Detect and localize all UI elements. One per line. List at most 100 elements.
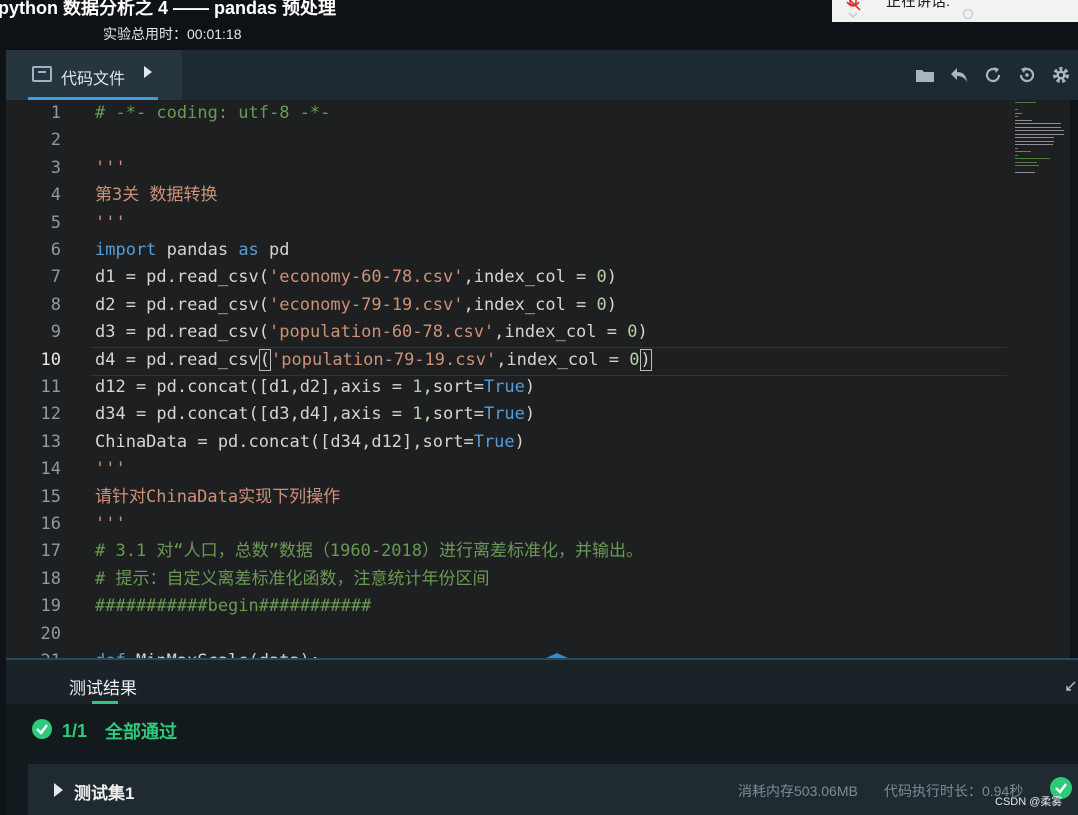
code-line[interactable]: 11 d12 = pd.concat([d1,d2],axis = 1,sort=…	[6, 374, 1070, 401]
minimap-line	[1015, 147, 1018, 149]
tab-code-file[interactable]: 代码文件	[6, 50, 182, 100]
code-line[interactable]: 10 d4 = pd.read_csv('population-79-19.csv…	[6, 347, 1070, 374]
control-fragment-right	[962, 8, 974, 23]
code-line[interactable]: 4 第3关 数据转换	[6, 182, 1070, 209]
editor-header: 代码文件	[6, 50, 1078, 100]
code-text[interactable]: d12 = pd.concat([d1,d2],axis = 1,sort=Tr…	[95, 374, 535, 401]
check-circle-icon	[32, 718, 52, 744]
code-text[interactable]: def MinMaxScale(data):	[95, 648, 320, 658]
code-line[interactable]: 18 # 提示：自定义离差标准化函数，注意统计年份区间	[6, 566, 1070, 593]
memory-usage: 消耗内存503.06MB	[738, 783, 858, 799]
tab-code-file-label: 代码文件	[61, 71, 126, 88]
speaking-label: 正在讲话:	[886, 0, 951, 10]
control-fragment-left	[848, 8, 858, 23]
line-number: 18	[40, 568, 61, 589]
watermark: CSDN @柔雾	[995, 796, 1063, 808]
line-number: 2	[50, 130, 61, 151]
code-text[interactable]: 请针对ChinaData实现下列操作	[95, 484, 340, 511]
line-number: 20	[40, 623, 61, 644]
code-line[interactable]: 21 def MinMaxScale(data):	[6, 648, 1070, 658]
code-text[interactable]: d34 = pd.concat([d3,d4],axis = 1,sort=Tr…	[95, 401, 535, 428]
line-number: 1	[50, 103, 61, 123]
minimap-line	[1015, 144, 1053, 145]
minimap-line	[1015, 172, 1035, 173]
page-title: python 数据分析之 4 —— pandas 预处理	[0, 0, 337, 18]
top-header: python 数据分析之 4 —— pandas 预处理 实验总用时：00:01…	[0, 0, 1078, 50]
minimap-line	[1015, 123, 1061, 124]
minimap-line	[1015, 116, 1018, 117]
code-line[interactable]: 2	[6, 127, 1070, 154]
tab-test-results[interactable]: 测试结果	[69, 674, 137, 699]
play-triangle-icon[interactable]	[144, 66, 152, 78]
minimap-line	[1015, 161, 1037, 163]
results-tabbar: 测试结果	[6, 660, 1078, 704]
folder-icon[interactable]	[914, 64, 936, 86]
code-text[interactable]: '''	[95, 511, 126, 538]
line-number: 10	[40, 349, 61, 370]
code-line[interactable]: 1 # -*- coding: utf-8 -*-	[6, 100, 1070, 127]
code-text[interactable]: d2 = pd.read_csv('economy-79-19.csv',ind…	[95, 292, 617, 319]
code-text[interactable]: ###########begin###########	[95, 593, 371, 620]
code-line[interactable]: 20	[6, 621, 1070, 648]
code-text[interactable]: # -*- coding: utf-8 -*-	[95, 100, 330, 127]
reset-icon[interactable]	[1016, 64, 1038, 86]
code-line[interactable]: 12 d34 = pd.concat([d3,d4],axis = 1,sort=…	[6, 401, 1070, 428]
code-text[interactable]: '''	[95, 210, 126, 237]
code-line[interactable]: 3 '''	[6, 155, 1070, 182]
line-number: 7	[50, 267, 61, 288]
line-number: 8	[50, 294, 61, 315]
minimap-line	[1015, 102, 1036, 103]
code-line[interactable]: 13 ChinaData = pd.concat([d34,d12],sort=T…	[6, 429, 1070, 456]
code-text[interactable]: # 3.1 对“人口，总数”数据（1960-2018）进行离差标准化，并输出。	[95, 538, 643, 565]
line-number: 11	[40, 377, 61, 397]
code-text[interactable]: 第3关 数据转换	[95, 182, 217, 209]
minimap-line	[1015, 158, 1051, 159]
minimap-line	[1015, 119, 1033, 121]
minimap-line	[1015, 151, 1032, 152]
line-number: 19	[40, 596, 61, 617]
code-editor[interactable]: 1 # -*- coding: utf-8 -*- 2 3 ''' 4 第3关 数据转换 5 '…	[6, 100, 1070, 658]
testset-row[interactable]: 测试集1 消耗内存503.06MB 代码执行时长：0.94秒	[28, 764, 1078, 815]
code-text[interactable]: ChinaData = pd.concat([d34,d12],sort=Tru…	[95, 429, 525, 456]
minimap-line	[1015, 133, 1064, 135]
code-line[interactable]: 7 d1 = pd.read_csv('economy-60-78.csv',in…	[6, 264, 1070, 291]
line-number: 17	[40, 541, 61, 562]
code-line[interactable]: 15 请针对ChinaData实现下列操作	[6, 484, 1070, 511]
code-text[interactable]: import pandas as pd	[95, 237, 290, 264]
undo-icon[interactable]	[948, 64, 970, 86]
line-number: 16	[40, 514, 61, 534]
elapsed-timer: 实验总用时：00:01:18	[103, 26, 242, 42]
code-text[interactable]: d4 = pd.read_csv('population-79-19.csv',…	[95, 347, 652, 374]
expand-icon[interactable]	[1066, 678, 1076, 691]
code-line[interactable]: 16 '''	[6, 511, 1070, 538]
code-line[interactable]: 17 # 3.1 对“人口，总数”数据（1960-2018）进行离差标准化，并输出…	[6, 538, 1070, 565]
expand-caret-icon[interactable]	[54, 783, 63, 797]
code-text[interactable]: # 提示：自定义离差标准化函数，注意统计年份区间	[95, 566, 489, 593]
code-line[interactable]: 19 ###########begin###########	[6, 593, 1070, 620]
code-text[interactable]: d3 = pd.read_csv('population-60-78.csv',…	[95, 319, 648, 346]
code-text[interactable]: '''	[95, 456, 126, 483]
line-number: 3	[50, 157, 61, 178]
code-line[interactable]: 14 '''	[6, 456, 1070, 483]
editor-toolbar	[914, 64, 1072, 86]
results-panel: 1/1 全部通过 测试集1 消耗内存503.06MB 代码执行时长：0.94秒	[6, 704, 1078, 815]
minimap-line	[1015, 140, 1054, 142]
code-minimap[interactable]	[1009, 100, 1070, 180]
minimap-line	[1015, 126, 1061, 128]
voice-status-panel[interactable]: 正在讲话:	[832, 0, 1078, 22]
code-line[interactable]: 5 '''	[6, 210, 1070, 237]
minimap-line	[1015, 112, 1023, 114]
pass-status: 全部通过	[105, 722, 178, 742]
code-text[interactable]: d1 = pd.read_csv('economy-60-78.csv',ind…	[95, 264, 617, 291]
code-line[interactable]: 6 import pandas as pd	[6, 237, 1070, 264]
line-number: 5	[50, 212, 61, 233]
pass-summary: 1/1 全部通过	[32, 718, 178, 744]
line-number: 15	[40, 486, 61, 507]
minimap-line	[1015, 109, 1018, 110]
code-line[interactable]: 8 d2 = pd.read_csv('economy-79-19.csv',in…	[6, 292, 1070, 319]
refresh-icon[interactable]	[982, 64, 1004, 86]
testset-name: 测试集1	[74, 784, 135, 803]
settings-icon[interactable]	[1050, 64, 1072, 86]
code-line[interactable]: 9 d3 = pd.read_csv('population-60-78.csv'…	[6, 319, 1070, 346]
code-text[interactable]: '''	[95, 155, 126, 182]
